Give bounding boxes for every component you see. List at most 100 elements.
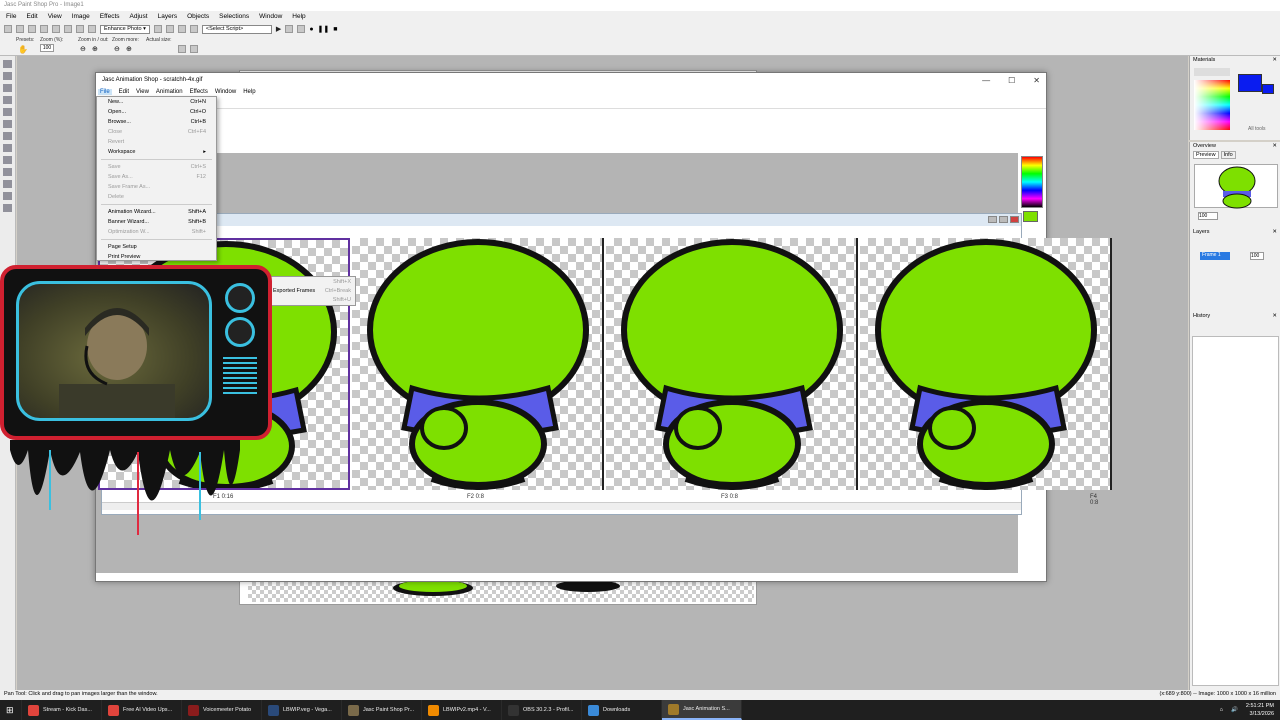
pan-tool-icon[interactable]: ✋	[18, 45, 28, 54]
script-edit-icon[interactable]	[285, 25, 294, 33]
zoom-more-out-icon[interactable]: ⊖	[114, 45, 120, 53]
file-menu-item[interactable]: Delete	[97, 192, 216, 202]
taskbar-item[interactable]: LBWIPv2.mp4 - V...	[422, 700, 502, 720]
anim-color-palette[interactable]	[1021, 156, 1043, 208]
file-menu-item[interactable]: Workspace ▸	[97, 147, 216, 157]
file-menu-item[interactable]: Save As... F12	[97, 172, 216, 182]
network-icon[interactable]: ⌂	[1220, 707, 1223, 713]
volume-icon[interactable]: 🔊	[1231, 707, 1238, 713]
file-menu-item[interactable]: Animation Wizard... Shift+A	[97, 207, 216, 217]
layer-opacity[interactable]: 100	[1250, 252, 1264, 260]
taskbar-item[interactable]: Stream - Kick Das...	[22, 700, 102, 720]
contrast-icon[interactable]	[177, 25, 186, 33]
file-menu-item[interactable]: Revert	[97, 137, 216, 147]
zoom-in-icon[interactable]: ⊕	[92, 45, 98, 53]
foreground-swatch[interactable]	[1238, 74, 1262, 92]
taskbar-item[interactable]: Voicemeeter Potato	[182, 700, 262, 720]
taskbar-item[interactable]: OBS 30.2.3 - Profil...	[502, 700, 582, 720]
psp-menu-layers[interactable]: Layers	[158, 13, 178, 21]
taskbar-item[interactable]: Jasc Paint Shop Pr...	[342, 700, 422, 720]
psp-menu-objects[interactable]: Objects	[187, 13, 209, 21]
text-icon[interactable]	[3, 180, 12, 188]
psp-menu-file[interactable]: File	[6, 13, 16, 21]
maximize-icon[interactable]	[999, 216, 1008, 223]
selection-icon[interactable]	[3, 108, 12, 116]
tab-info[interactable]: Info	[1220, 151, 1236, 159]
paint-brush-icon[interactable]	[3, 132, 12, 140]
redo-icon[interactable]	[88, 25, 96, 33]
sharpen-icon[interactable]	[189, 25, 198, 33]
zoom-more-in-icon[interactable]: ⊕	[126, 45, 132, 53]
close-icon[interactable]: ✕	[1272, 57, 1277, 64]
fill-icon[interactable]	[3, 168, 12, 176]
color-balance-icon[interactable]	[165, 25, 174, 33]
materials-tabs[interactable]	[1194, 68, 1230, 76]
clock[interactable]: 2:51:21 PM 3/13/2026	[1246, 702, 1274, 718]
background-swatch[interactable]	[1262, 84, 1274, 94]
script-record-icon[interactable]	[297, 25, 306, 33]
taskbar-item[interactable]: Jasc Animation S...	[662, 700, 742, 720]
shape-icon[interactable]	[3, 192, 12, 200]
anim-menu-effects[interactable]: Effects	[190, 89, 208, 95]
close-icon[interactable]	[1010, 216, 1019, 223]
file-menu-item[interactable]: Save Frame As...	[97, 182, 216, 192]
pen-icon[interactable]	[3, 204, 12, 212]
file-menu-item[interactable]: Browse... Ctrl+B	[97, 117, 216, 127]
open-icon[interactable]	[16, 25, 24, 33]
psp-image-canvas[interactable]	[248, 580, 754, 602]
clone-brush-icon[interactable]	[3, 144, 12, 152]
submenu-item[interactable]: Shift+X	[269, 277, 355, 286]
maximize-icon[interactable]: ☐	[1008, 76, 1015, 85]
history-list[interactable]	[1192, 336, 1279, 686]
psp-menu-view[interactable]: View	[48, 13, 62, 21]
anim-menu-window[interactable]: Window	[215, 89, 236, 95]
layer-row-frame-1[interactable]: Frame 1	[1200, 252, 1230, 260]
psp-menu-selections[interactable]: Selections	[219, 13, 249, 21]
save-icon[interactable]	[52, 25, 60, 33]
psp-menu-adjust[interactable]: Adjust	[130, 13, 148, 21]
tab-preview[interactable]: Preview	[1193, 151, 1219, 159]
psp-menu-edit[interactable]: Edit	[26, 13, 37, 21]
taskbar-item[interactable]: Downloads	[582, 700, 662, 720]
anim-menu-help[interactable]: Help	[243, 89, 255, 95]
file-menu-item[interactable]: Print Preview	[97, 252, 216, 262]
file-menu-item[interactable]: Open... Ctrl+O	[97, 107, 216, 117]
zoom-input[interactable]: 100	[40, 44, 54, 52]
anim-menu-animation[interactable]: Animation	[156, 89, 183, 95]
dropper-icon[interactable]	[3, 120, 12, 128]
taskbar-item[interactable]: LBWIP.veg - Vega...	[262, 700, 342, 720]
anim-menu-file[interactable]: File	[98, 89, 112, 95]
file-menu-item[interactable]: Page Setup	[97, 242, 216, 252]
psp-menu-window[interactable]: Window	[259, 13, 282, 21]
color-picker[interactable]	[1194, 80, 1230, 130]
animation-frame[interactable]	[860, 238, 1112, 490]
taskbar-item[interactable]: Free AI Video Ups...	[102, 700, 182, 720]
file-menu-item[interactable]: Banner Wizard... Shift+B	[97, 217, 216, 227]
record-icon[interactable]: ●	[309, 26, 313, 33]
stop-icon[interactable]: ■	[333, 26, 337, 33]
print-icon[interactable]	[64, 25, 72, 33]
animation-frame[interactable]	[606, 238, 858, 490]
one-step-fix-icon[interactable]	[153, 25, 162, 33]
undo-icon[interactable]	[76, 25, 84, 33]
pause-icon[interactable]: ❚❚	[318, 25, 330, 33]
zoom-out-icon[interactable]: ⊖	[80, 45, 86, 53]
psp-menu-help[interactable]: Help	[292, 13, 305, 21]
enhance-photo-dropdown[interactable]: Enhance Photo ▾	[100, 24, 150, 34]
deform-icon[interactable]	[3, 84, 12, 92]
anim-foreground-swatch[interactable]	[1023, 211, 1038, 222]
minimize-icon[interactable]	[988, 216, 997, 223]
move-icon[interactable]	[3, 96, 12, 104]
actual-size-icon[interactable]	[178, 45, 186, 53]
zoom-icon[interactable]	[3, 72, 12, 80]
overview-thumbnail[interactable]	[1194, 164, 1278, 209]
anim-menu-view[interactable]: View	[136, 89, 149, 95]
file-menu-item[interactable]: Save Ctrl+S	[97, 162, 216, 172]
minimize-icon[interactable]: —	[982, 76, 990, 85]
overview-zoom-input[interactable]: 100	[1198, 212, 1218, 220]
submenu-item[interactable]: Exported Frames Ctrl+Break	[269, 286, 355, 295]
new-icon[interactable]	[4, 25, 12, 33]
close-icon[interactable]: ✕	[1033, 76, 1040, 85]
browse-icon[interactable]	[28, 25, 36, 33]
close-icon[interactable]: ✕	[1272, 313, 1277, 320]
